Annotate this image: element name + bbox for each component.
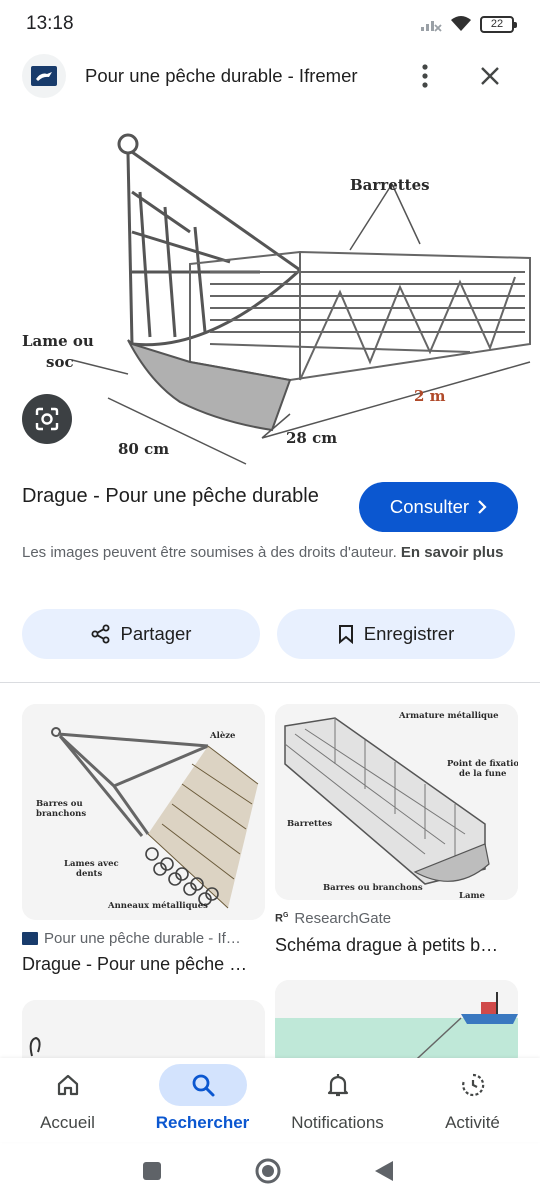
status-time: 13:18 xyxy=(26,13,74,34)
nav-activite-label: Activité xyxy=(445,1113,500,1132)
related-thumbnail-1[interactable]: Alèze Barres ou branchons Lames avec den… xyxy=(22,704,265,920)
recents-button[interactable] xyxy=(135,1154,169,1188)
dredge-net-diagram: Alèze Barres ou branchons Lames avec den… xyxy=(22,704,265,920)
search-icon xyxy=(192,1074,214,1097)
nav-activite-pill xyxy=(429,1064,517,1106)
nav-rechercher[interactable]: Rechercher xyxy=(135,1058,270,1142)
related-thumbnail-2[interactable]: Armature métallique Point de fixation de… xyxy=(275,704,518,900)
share-button[interactable]: Partager xyxy=(22,609,260,659)
label-branchons: branchons xyxy=(36,809,86,819)
lens-icon xyxy=(35,407,59,431)
related-caption-2[interactable]: Schéma drague à petits b… xyxy=(275,935,511,956)
history-icon xyxy=(461,1073,484,1097)
related-source-1-text: Pour une pêche durable - If… xyxy=(44,930,241,947)
nav-activite[interactable]: Activité xyxy=(405,1058,540,1142)
label-barrettes: Barrettes xyxy=(350,176,430,194)
related-thumbnail-4[interactable] xyxy=(275,980,518,1070)
ifremer-logo-icon xyxy=(31,66,57,86)
battery-level: 22 xyxy=(490,18,504,30)
battery-icon: 22 xyxy=(480,15,517,33)
label-point-fixation: Point de fixation xyxy=(447,759,518,769)
label-80cm: 80 cm xyxy=(118,440,169,458)
more-vert-icon xyxy=(422,64,428,88)
bell-icon xyxy=(327,1074,348,1097)
status-icons: 22 xyxy=(420,15,517,33)
copyright-text: Les images peuvent être soumises à des d… xyxy=(22,544,397,561)
nav-accueil-pill xyxy=(24,1064,112,1106)
nav-notifications[interactable]: Notifications xyxy=(270,1058,405,1142)
nav-accueil[interactable]: Accueil xyxy=(0,1058,135,1142)
recents-icon xyxy=(143,1162,161,1180)
status-bar: 13:18 22 xyxy=(0,0,540,48)
share-label: Partager xyxy=(120,623,192,644)
result-title[interactable]: Drague - Pour une pêche durable xyxy=(22,482,342,510)
label-alese: Alèze xyxy=(209,730,236,741)
home-circle-icon xyxy=(255,1158,281,1184)
related-caption-1[interactable]: Drague - Pour une pêche … xyxy=(22,954,258,975)
bookmark-icon xyxy=(338,625,353,644)
label-2m: 2 m xyxy=(414,387,446,405)
site-favicon[interactable] xyxy=(22,54,66,98)
chevron-right-icon xyxy=(478,500,487,514)
system-navigation xyxy=(0,1142,540,1200)
nav-accueil-label: Accueil xyxy=(40,1113,95,1132)
label-lame: Lame xyxy=(459,891,485,900)
consult-label: Consulter xyxy=(389,496,470,517)
nav-rechercher-label: Rechercher xyxy=(155,1113,250,1132)
label-barres-ou: Barres ou xyxy=(36,799,83,809)
label-lames-avec: Lames avec xyxy=(64,859,119,869)
save-label: Enregistrer xyxy=(363,623,455,644)
nav-notifications-label: Notifications xyxy=(291,1113,384,1132)
viewer-header: Pour une pêche durable - Ifremer xyxy=(0,50,540,102)
close-button[interactable] xyxy=(474,60,506,92)
more-options-button[interactable] xyxy=(410,60,440,92)
dredge-diagram: Barrettes Lame ou soc 2 m 28 cm 80 cm xyxy=(22,133,531,465)
related-source-1[interactable]: Pour une pêche durable - If… xyxy=(22,930,265,947)
copyright-notice: Les images peuvent être soumises à des d… xyxy=(22,542,512,564)
ifremer-favicon-icon xyxy=(22,932,38,945)
back-button[interactable] xyxy=(367,1154,401,1188)
share-icon xyxy=(91,624,110,644)
main-image[interactable]: Barrettes Lame ou soc 2 m 28 cm 80 cm xyxy=(0,112,540,472)
researchgate-favicon-icon: RG xyxy=(275,912,289,925)
wifi-icon xyxy=(451,16,471,31)
save-button[interactable]: Enregistrer xyxy=(277,609,515,659)
related-source-2-text: ResearchGate xyxy=(294,910,392,927)
bottom-navigation: Accueil Rechercher Notifications Activit… xyxy=(0,1058,540,1142)
consult-button[interactable]: Consulter xyxy=(359,482,518,532)
page-title[interactable]: Pour une pêche durable - Ifremer xyxy=(85,65,377,87)
label-dents: dents xyxy=(76,869,102,879)
home-icon xyxy=(57,1074,78,1096)
label-barrettes-2: Barrettes xyxy=(287,819,332,829)
nav-notifications-pill xyxy=(294,1064,382,1106)
label-lame-ou: Lame ou xyxy=(22,332,94,350)
related-source-2[interactable]: RG ResearchGate xyxy=(275,910,518,927)
label-28cm: 28 cm xyxy=(286,429,337,447)
home-button[interactable] xyxy=(251,1154,285,1188)
dredge-frame-diagram: Armature métallique Point de fixation de… xyxy=(275,704,518,900)
nav-rechercher-pill xyxy=(158,1064,247,1106)
lens-search-button[interactable] xyxy=(22,394,72,444)
close-icon xyxy=(481,67,499,85)
label-armature: Armature métallique xyxy=(398,710,499,721)
label-barres-branchons: Barres ou branchons xyxy=(323,883,423,893)
boat-dredging-diagram xyxy=(275,980,518,1070)
label-anneaux: Anneaux métalliques xyxy=(107,900,208,911)
label-fune: de la fune xyxy=(459,769,507,779)
label-soc: soc xyxy=(46,353,74,371)
divider xyxy=(0,682,540,683)
back-icon xyxy=(375,1161,393,1181)
learn-more-link[interactable]: En savoir plus xyxy=(401,544,504,561)
signal-icon xyxy=(421,21,442,32)
